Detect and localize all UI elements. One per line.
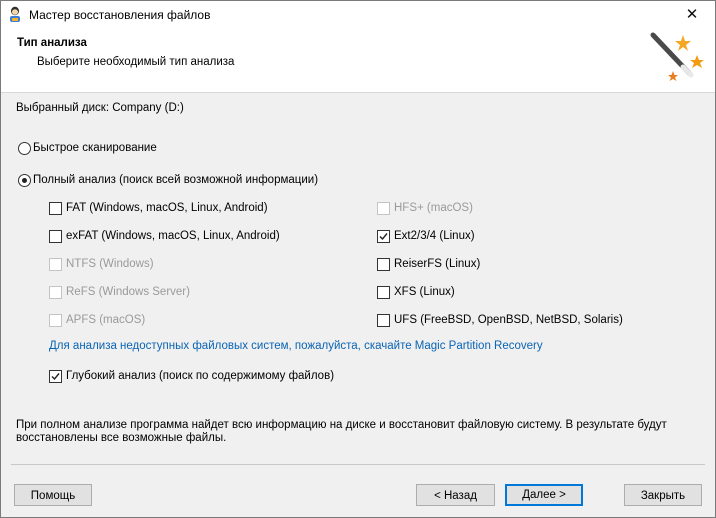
wizard-header: Тип анализа Выберите необходимый тип ана… [1, 29, 715, 93]
selected-disk-label: Выбранный диск: Company (D:) [16, 102, 184, 114]
quick-scan-radio[interactable] [18, 142, 31, 155]
xfs-checkbox[interactable] [377, 286, 390, 299]
fat-checkbox[interactable] [49, 202, 62, 215]
xfs-label[interactable]: XFS (Linux) [394, 286, 455, 298]
next-button[interactable]: Далее > [505, 484, 583, 506]
info-text-line2: восстановлены все возможные файлы. [16, 432, 227, 444]
apfs-label: APFS (macOS) [66, 314, 146, 326]
exfat-checkbox[interactable] [49, 230, 62, 243]
title-bar: Мастер восстановления файлов ✕ [1, 1, 715, 29]
ntfs-label: NTFS (Windows) [66, 258, 154, 270]
window-title: Мастер восстановления файлов [29, 8, 211, 22]
magic-wand-icon [650, 32, 704, 81]
footer-divider [11, 464, 705, 465]
info-text-line1: При полном анализе программа найдет всю … [16, 419, 667, 431]
checkmark-icon [379, 233, 388, 241]
ufs-checkbox[interactable] [377, 314, 390, 327]
hfs-checkbox [377, 202, 390, 215]
partition-recovery-link[interactable]: Для анализа недоступных файловых систем,… [49, 340, 543, 352]
refs-label: ReFS (Windows Server) [66, 286, 190, 298]
hfs-label: HFS+ (macOS) [394, 202, 473, 214]
ext-label[interactable]: Ext2/3/4 (Linux) [394, 230, 475, 242]
deep-scan-label[interactable]: Глубокий анализ (поиск по содержимому фа… [66, 370, 334, 382]
deep-scan-checkbox[interactable] [49, 370, 62, 383]
back-button[interactable]: < Назад [416, 484, 495, 506]
exfat-label[interactable]: exFAT (Windows, macOS, Linux, Android) [66, 230, 280, 242]
apfs-checkbox [49, 314, 62, 327]
page-title: Тип анализа [17, 37, 87, 49]
page-subtitle: Выберите необходимый тип анализа [37, 56, 235, 68]
full-analysis-radio[interactable] [18, 174, 31, 187]
refs-checkbox [49, 286, 62, 299]
reiserfs-label[interactable]: ReiserFS (Linux) [394, 258, 480, 270]
wizard-window: Мастер восстановления файлов ✕ Тип анали… [0, 0, 716, 518]
full-analysis-label[interactable]: Полный анализ (поиск всей возможной инфо… [33, 174, 318, 186]
reiserfs-checkbox[interactable] [377, 258, 390, 271]
fat-label[interactable]: FAT (Windows, macOS, Linux, Android) [66, 202, 268, 214]
ufs-label[interactable]: UFS (FreeBSD, OpenBSD, NetBSD, Solaris) [394, 314, 623, 326]
ntfs-checkbox [49, 258, 62, 271]
ext-checkbox[interactable] [377, 230, 390, 243]
quick-scan-label[interactable]: Быстрое сканирование [33, 142, 157, 154]
app-icon [10, 6, 20, 22]
checkmark-icon [51, 373, 60, 381]
close-icon[interactable]: ✕ [669, 1, 715, 29]
close-button[interactable]: Закрыть [624, 484, 702, 506]
help-button[interactable]: Помощь [14, 484, 92, 506]
